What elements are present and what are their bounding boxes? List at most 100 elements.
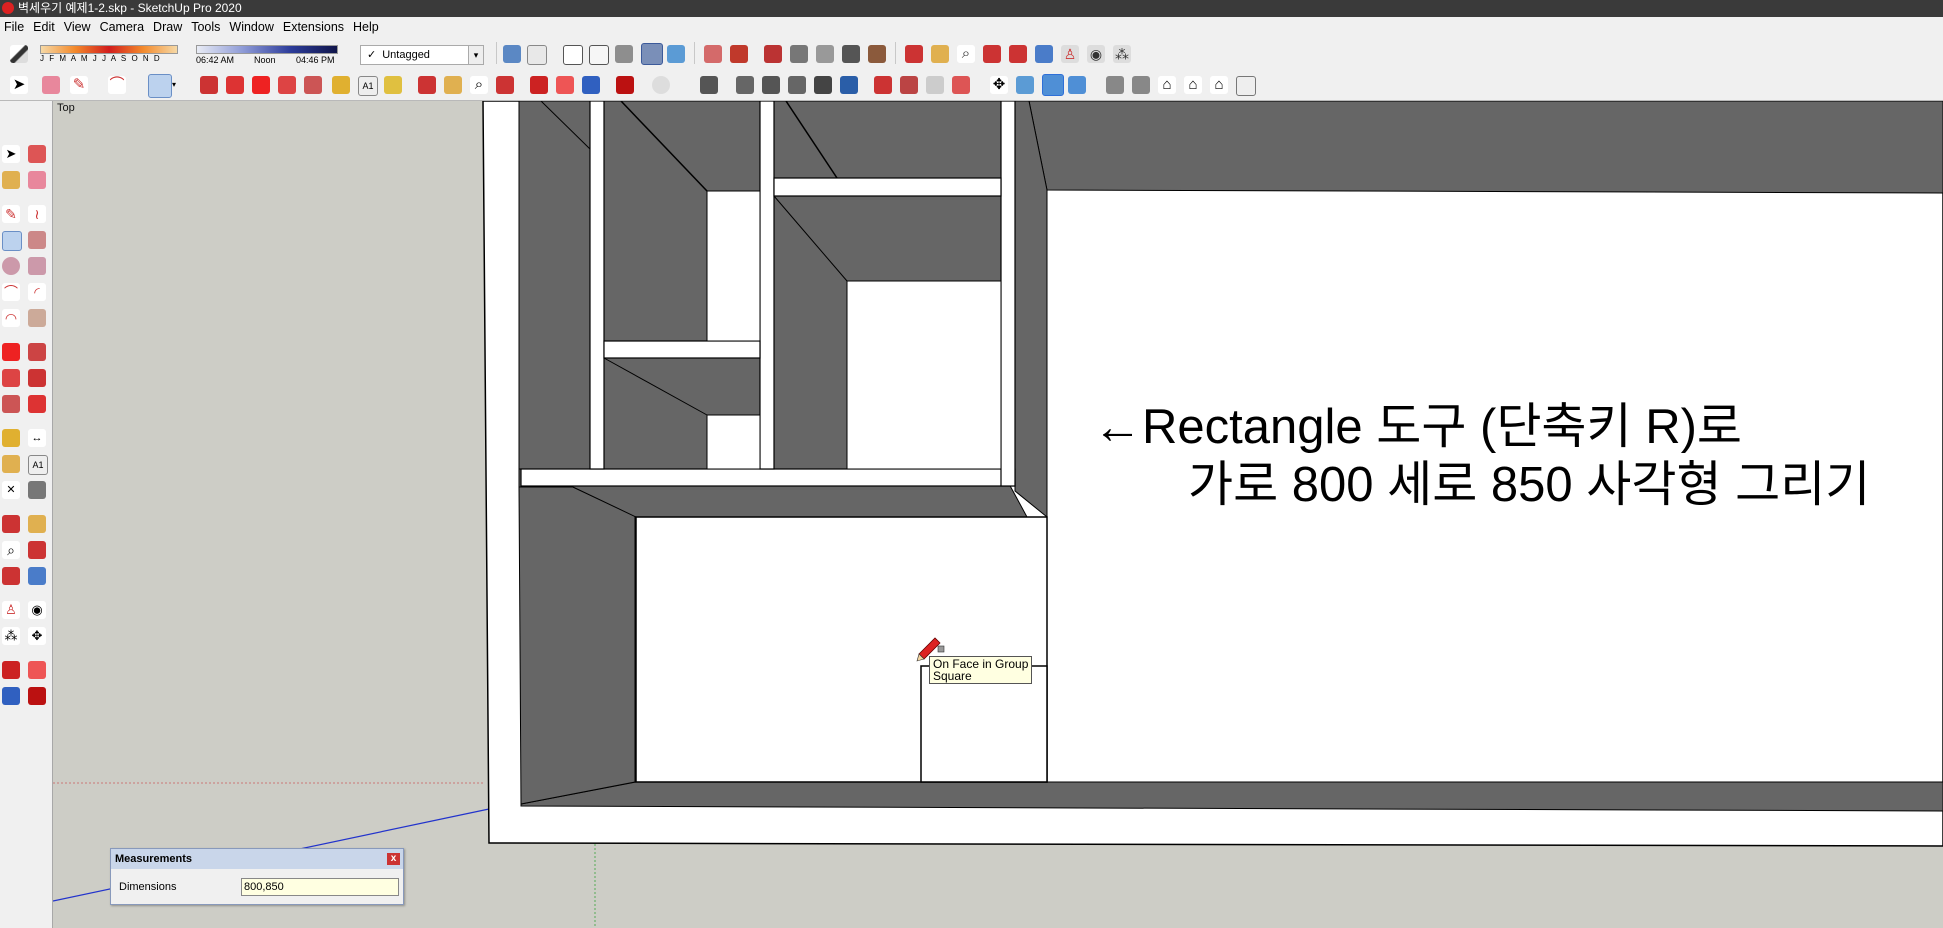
- model-viewport[interactable]: Top ←Rectangle 도구 (단축키 R)로 가로 800 세로 850…: [53, 101, 1943, 928]
- tape-measure-tool-icon[interactable]: [2, 429, 20, 447]
- orbit-icon[interactable]: [905, 45, 923, 63]
- menu-file[interactable]: File: [0, 17, 29, 37]
- pie-icon[interactable]: [28, 309, 46, 327]
- axes-icon[interactable]: ✥: [990, 76, 1008, 94]
- dimension-icon[interactable]: ↔: [28, 429, 46, 447]
- position-camera-icon[interactable]: ♙: [1061, 45, 1079, 63]
- sandbox-from-contours-icon[interactable]: [874, 76, 892, 94]
- arc-tool-icon[interactable]: ⌒: [108, 76, 126, 94]
- share-model-icon[interactable]: [582, 76, 600, 94]
- text-icon[interactable]: A1: [28, 455, 48, 475]
- orbit-left-icon[interactable]: [2, 515, 20, 533]
- shaded-icon[interactable]: [615, 45, 633, 63]
- zoom-icon[interactable]: ⌕: [957, 45, 975, 63]
- rectangle-tool-icon[interactable]: [148, 74, 172, 98]
- shaded-textures-icon[interactable]: [641, 43, 663, 65]
- pan-left-icon[interactable]: [28, 515, 46, 533]
- axes-tool-icon[interactable]: ✕: [2, 481, 20, 499]
- tape-measure-icon[interactable]: [332, 76, 350, 94]
- eraser-tool-icon[interactable]: [42, 76, 60, 94]
- zoom-tool-icon[interactable]: ⌕: [470, 76, 488, 94]
- select-arrow-icon[interactable]: ➤: [10, 76, 28, 94]
- paint-bucket-icon[interactable]: [384, 76, 402, 94]
- two-point-arc-icon[interactable]: ◜: [28, 283, 46, 301]
- line-tool-icon[interactable]: ✎: [70, 76, 88, 94]
- scale-icon[interactable]: [304, 76, 322, 94]
- shadow-time-slider[interactable]: 06:42 AM Noon 04:46 PM: [196, 43, 338, 65]
- subtract-icon[interactable]: [814, 76, 832, 94]
- account-icon[interactable]: [652, 76, 670, 94]
- push-pull-icon[interactable]: [200, 76, 218, 94]
- rectangle-icon[interactable]: [2, 231, 22, 251]
- styles-icon[interactable]: [816, 45, 834, 63]
- orbit-tool-icon[interactable]: [418, 76, 436, 94]
- extension-warehouse-icon[interactable]: [556, 76, 574, 94]
- menu-extensions[interactable]: Extensions: [279, 17, 349, 37]
- walk-icon[interactable]: ⁂: [1113, 45, 1131, 63]
- position-camera-left-icon[interactable]: ♙: [2, 601, 20, 619]
- push-pull-tool-icon[interactable]: [28, 343, 46, 361]
- outer-shell-icon[interactable]: [736, 76, 754, 94]
- rotate-tool-icon[interactable]: [2, 369, 20, 387]
- front-view-icon[interactable]: [1068, 76, 1086, 94]
- warehouse-icon[interactable]: [530, 76, 548, 94]
- erase-tool-icon[interactable]: [28, 171, 46, 189]
- ruby-console-icon[interactable]: [616, 76, 634, 94]
- zoom-extents-left-icon[interactable]: [2, 567, 20, 585]
- zoom-window-left-icon[interactable]: [28, 541, 46, 559]
- look-around-left-icon[interactable]: ◉: [28, 601, 46, 619]
- back-view-icon[interactable]: ⌂: [1158, 76, 1176, 94]
- pan-tool-icon[interactable]: [444, 76, 462, 94]
- shadow-date-slider[interactable]: J F M A M J J A S O N D: [40, 43, 178, 63]
- offset-icon[interactable]: [28, 395, 46, 413]
- look-around-icon[interactable]: ◉: [1087, 45, 1105, 63]
- bottom-view-icon[interactable]: ⌂: [1210, 76, 1228, 94]
- select-tool-icon[interactable]: ➤: [2, 145, 20, 163]
- smoove-icon[interactable]: [926, 76, 944, 94]
- section-plane-icon[interactable]: [704, 45, 722, 63]
- sandbox-from-scratch-icon[interactable]: [900, 76, 918, 94]
- 3d-text-icon[interactable]: [28, 481, 46, 499]
- zoom-window-icon[interactable]: [983, 45, 1001, 63]
- section-plane-left-icon[interactable]: ✥: [28, 627, 46, 645]
- make-component-icon[interactable]: [700, 76, 718, 94]
- shadows-icon[interactable]: [868, 45, 886, 63]
- rotated-rectangle-icon[interactable]: [28, 231, 46, 249]
- menu-camera[interactable]: Camera: [96, 17, 149, 37]
- hidden-line-icon[interactable]: [589, 45, 609, 65]
- iso-view-icon[interactable]: [1016, 76, 1034, 94]
- top-view-icon[interactable]: [1042, 74, 1064, 96]
- menu-view[interactable]: View: [60, 17, 96, 37]
- share-left-icon[interactable]: [2, 687, 20, 705]
- zoom-left-icon[interactable]: ⌕: [2, 541, 20, 559]
- trim-icon[interactable]: [840, 76, 858, 94]
- scale-tool-icon[interactable]: [2, 395, 20, 413]
- protractor-icon[interactable]: [2, 455, 20, 473]
- rotate-icon[interactable]: [278, 76, 296, 94]
- menu-draw[interactable]: Draw: [149, 17, 187, 37]
- left-view-icon[interactable]: ⌂: [1184, 76, 1202, 94]
- menu-tools[interactable]: Tools: [187, 17, 225, 37]
- intersect-icon[interactable]: [762, 76, 780, 94]
- circle-icon[interactable]: [2, 257, 20, 275]
- text-tool-icon[interactable]: A1: [358, 76, 378, 96]
- measurements-input[interactable]: [241, 878, 399, 896]
- zoom-extents-tool-icon[interactable]: [496, 76, 514, 94]
- polygon-icon[interactable]: [28, 257, 46, 275]
- back-edges-icon[interactable]: [527, 45, 547, 65]
- previous-left-icon[interactable]: [28, 567, 46, 585]
- menu-help[interactable]: Help: [349, 17, 384, 37]
- warehouse-left-icon[interactable]: [2, 661, 20, 679]
- tag-selector[interactable]: ✓ Untagged ▾: [360, 45, 484, 65]
- tags-icon[interactable]: [842, 45, 860, 63]
- zoom-extents-icon[interactable]: [1009, 45, 1027, 63]
- arc-icon[interactable]: ⌒: [2, 283, 20, 301]
- move-tool-icon[interactable]: [2, 343, 20, 361]
- union-icon[interactable]: [788, 76, 806, 94]
- section-fill-icon[interactable]: [730, 45, 748, 63]
- ruby-left-icon[interactable]: [28, 687, 46, 705]
- components-icon[interactable]: [764, 45, 782, 63]
- follow-me-icon[interactable]: [226, 76, 244, 94]
- previous-view-icon[interactable]: [1035, 45, 1053, 63]
- paint-tool-icon[interactable]: [2, 171, 20, 189]
